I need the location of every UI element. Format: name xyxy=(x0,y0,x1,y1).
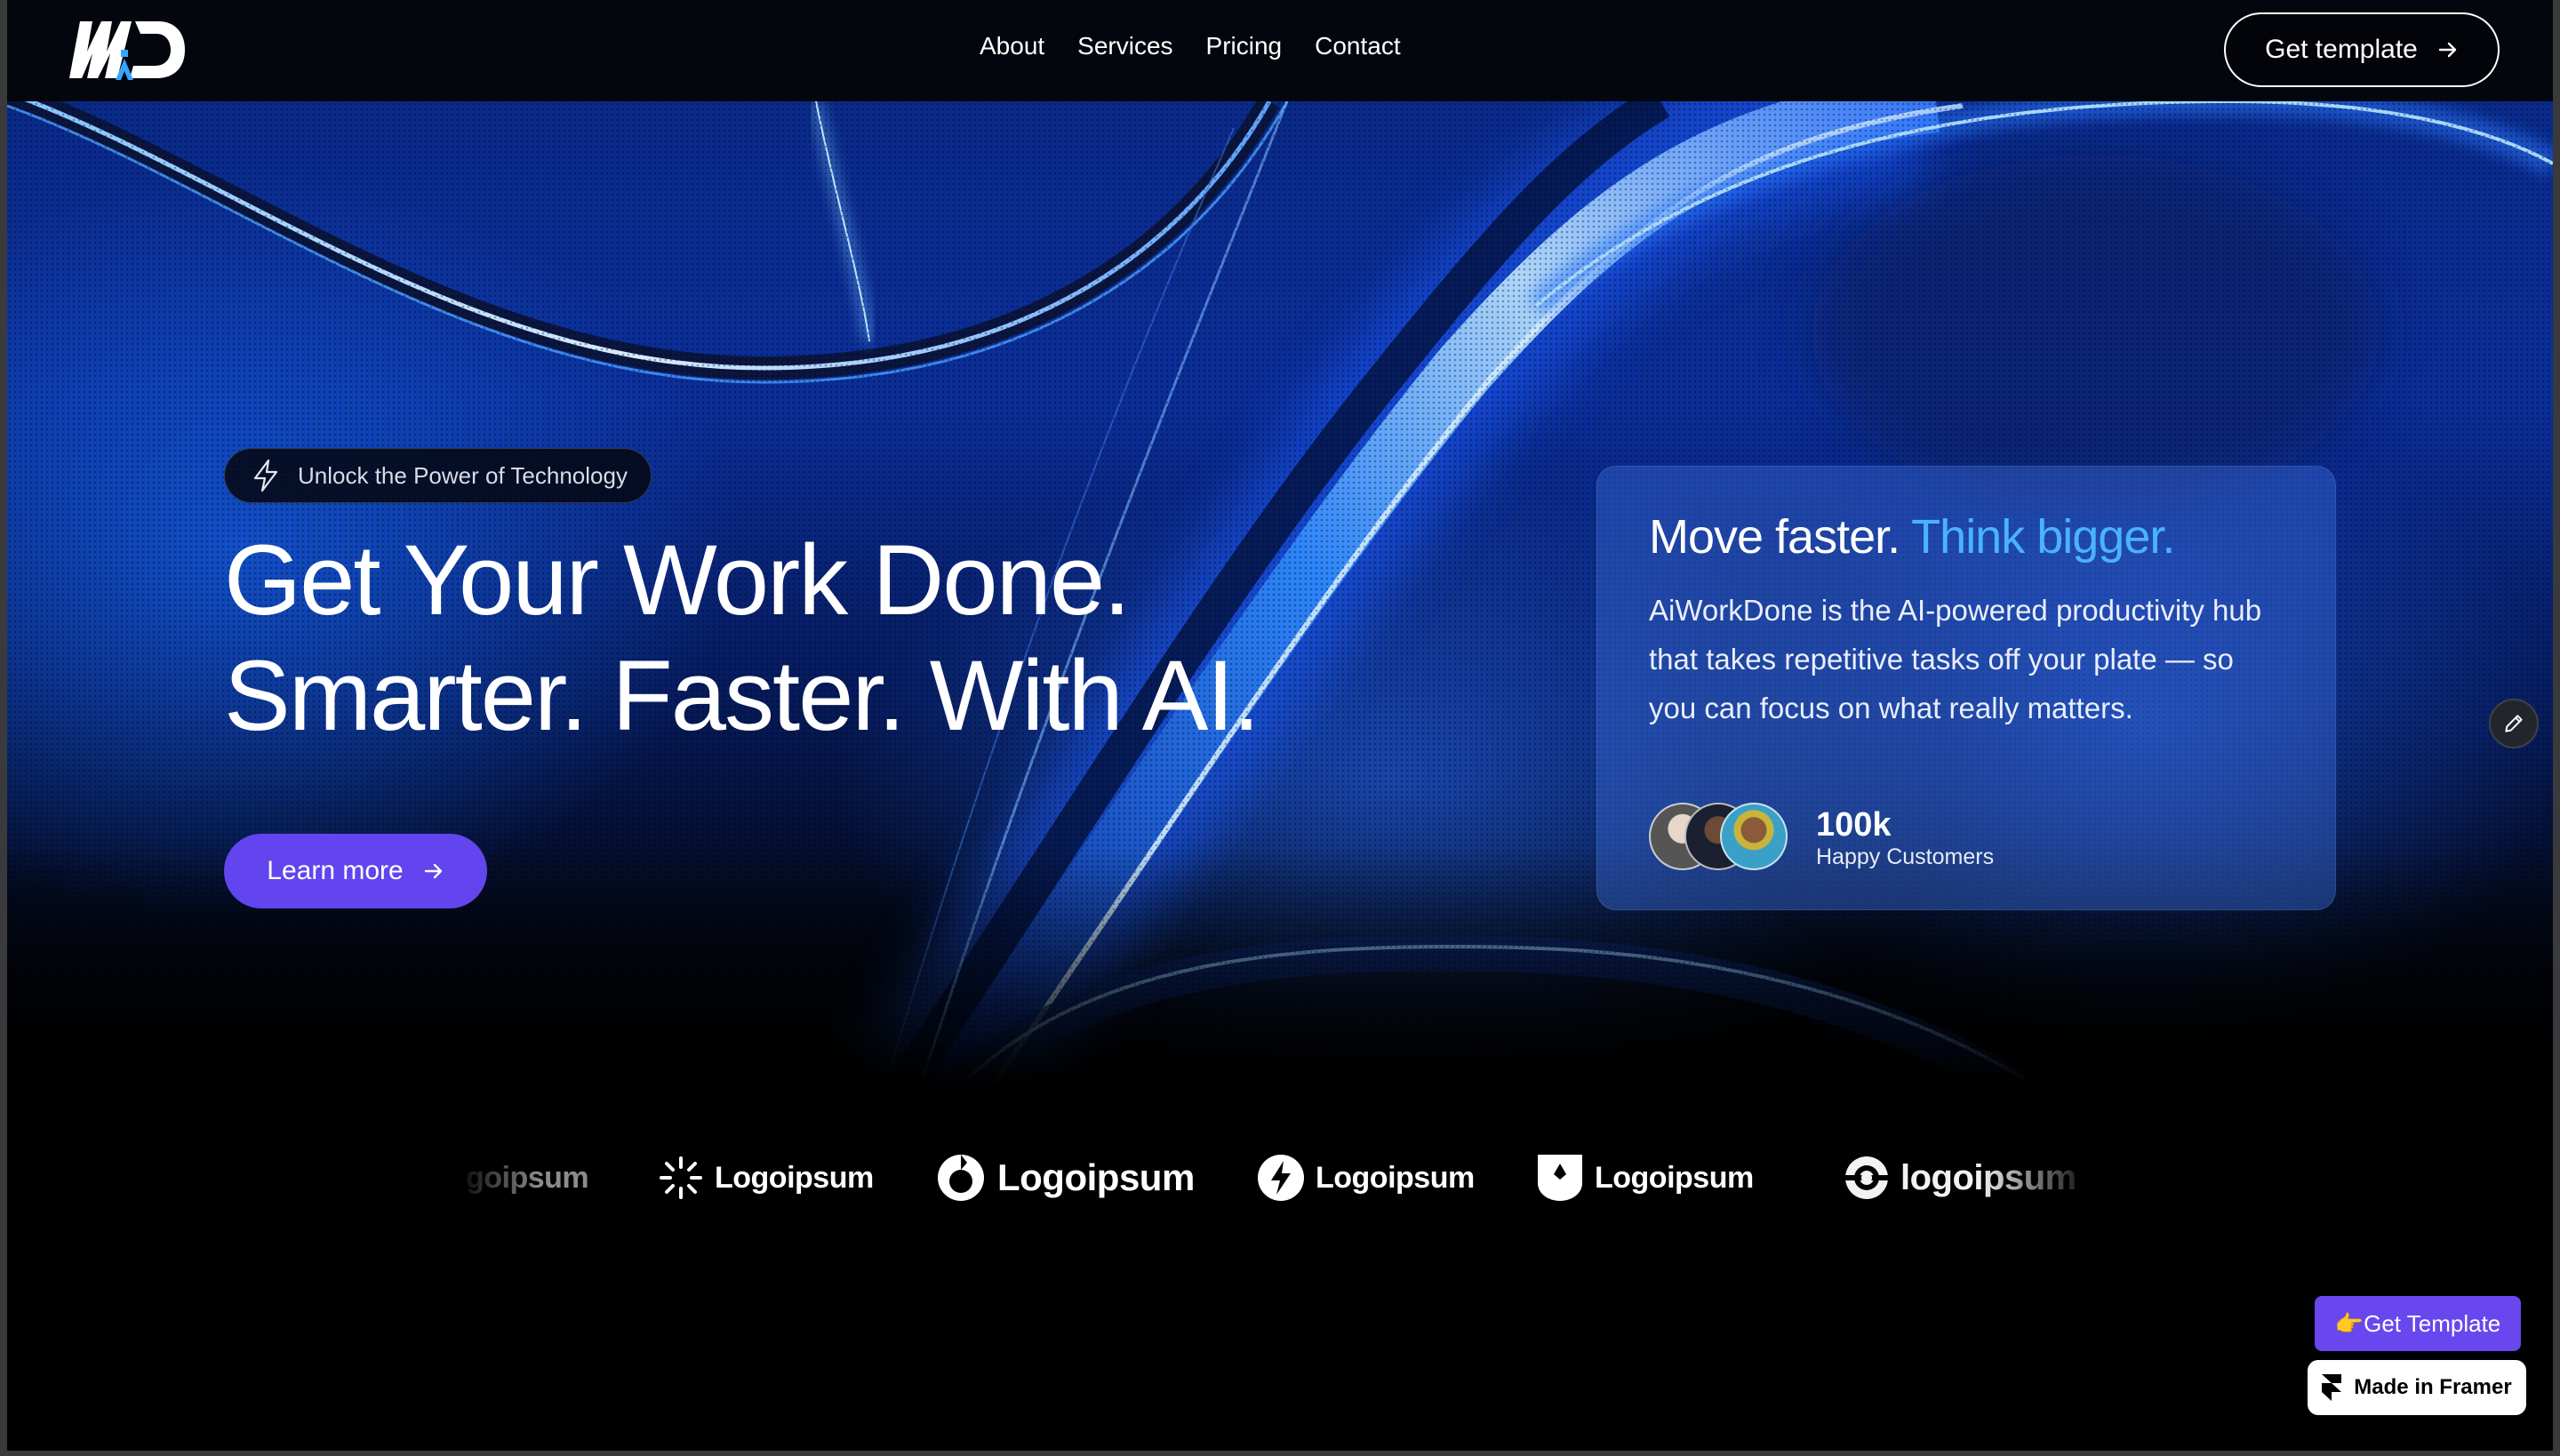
card-title-accent: Think bigger. xyxy=(1911,510,2175,564)
bolt-logo-icon xyxy=(1258,1155,1304,1201)
logos-fade-left xyxy=(434,1138,540,1218)
shield-logo-icon xyxy=(1538,1155,1582,1201)
customers-count: 100k xyxy=(1816,806,1892,844)
floating-get-template-button[interactable]: 👉Get Template xyxy=(2315,1296,2521,1351)
learn-more-label: Learn more xyxy=(267,856,404,885)
brand-logo-icon xyxy=(69,21,185,80)
avatar xyxy=(1720,803,1788,870)
nav-link-pricing[interactable]: Pricing xyxy=(1206,32,1283,60)
partner-logo: Logoipsum xyxy=(658,1147,874,1209)
hero-tagline-pill: Unlock the Power of Technology xyxy=(224,448,652,503)
partner-logo-text: Logoipsum xyxy=(1595,1160,1754,1195)
target-logo-icon xyxy=(1845,1156,1888,1199)
nav-link-about[interactable]: About xyxy=(980,32,1044,60)
customers-label: Happy Customers xyxy=(1816,844,1995,869)
hero-headline: Get Your Work Done. Smarter. Faster. Wit… xyxy=(224,523,1260,754)
nav-link-services[interactable]: Services xyxy=(1077,32,1172,60)
sunburst-logo-icon xyxy=(660,1156,702,1199)
nav-link-contact[interactable]: Contact xyxy=(1315,32,1401,60)
card-title: Move faster. Think bigger. xyxy=(1649,506,2284,568)
ring-logo-icon xyxy=(938,1155,984,1201)
partner-logo-text: Logoipsum xyxy=(997,1156,1195,1198)
arrow-right-icon xyxy=(424,863,442,879)
nav-links: About Services Pricing Contact xyxy=(980,32,1401,60)
partner-logo: Logoipsum xyxy=(1257,1147,1475,1209)
made-in-framer-badge[interactable]: Made in Framer xyxy=(2308,1360,2526,1415)
card-title-plain: Move faster. xyxy=(1649,510,1900,564)
partner-logos: goipsum Logoipsum Logoipsum xyxy=(7,1147,2553,1209)
made-in-framer-label: Made in Framer xyxy=(2354,1375,2512,1399)
hero-tagline-text: Unlock the Power of Technology xyxy=(298,461,628,489)
hero-headline-line2: Smarter. Faster. With AI. xyxy=(224,640,1260,751)
arrow-right-icon xyxy=(2438,42,2457,58)
partner-logo-text: Logoipsum xyxy=(715,1160,874,1195)
happy-customers: 100k Happy Customers xyxy=(1649,803,1994,874)
framer-icon xyxy=(2322,1374,2342,1401)
partner-logo: Logoipsum xyxy=(1536,1147,1754,1209)
card-description: AiWorkDone is the AI-powered productivit… xyxy=(1649,594,2262,724)
hero-info-card: Move faster. Think bigger. AiWorkDone is… xyxy=(1596,466,2336,910)
customers-stat: 100k Happy Customers xyxy=(1816,806,1994,870)
brand-logo[interactable] xyxy=(66,16,187,85)
partner-logo-text: Logoipsum xyxy=(1316,1160,1475,1195)
page-frame: About Services Pricing Contact Get templ… xyxy=(7,0,2553,1451)
logos-fade-right xyxy=(1980,1138,2105,1218)
get-template-button[interactable]: Get template xyxy=(2224,12,2500,87)
customer-avatars xyxy=(1649,803,1788,874)
top-navbar: About Services Pricing Contact Get templ… xyxy=(7,0,2553,101)
lightning-icon xyxy=(253,459,278,492)
hero-headline-line1: Get Your Work Done. xyxy=(224,524,1131,636)
get-template-label: Get template xyxy=(2265,35,2418,64)
learn-more-button[interactable]: Learn more xyxy=(224,834,487,908)
edit-button[interactable] xyxy=(2489,699,2539,748)
pencil-icon xyxy=(2505,715,2523,732)
partner-logo: Logoipsum xyxy=(935,1147,1195,1209)
